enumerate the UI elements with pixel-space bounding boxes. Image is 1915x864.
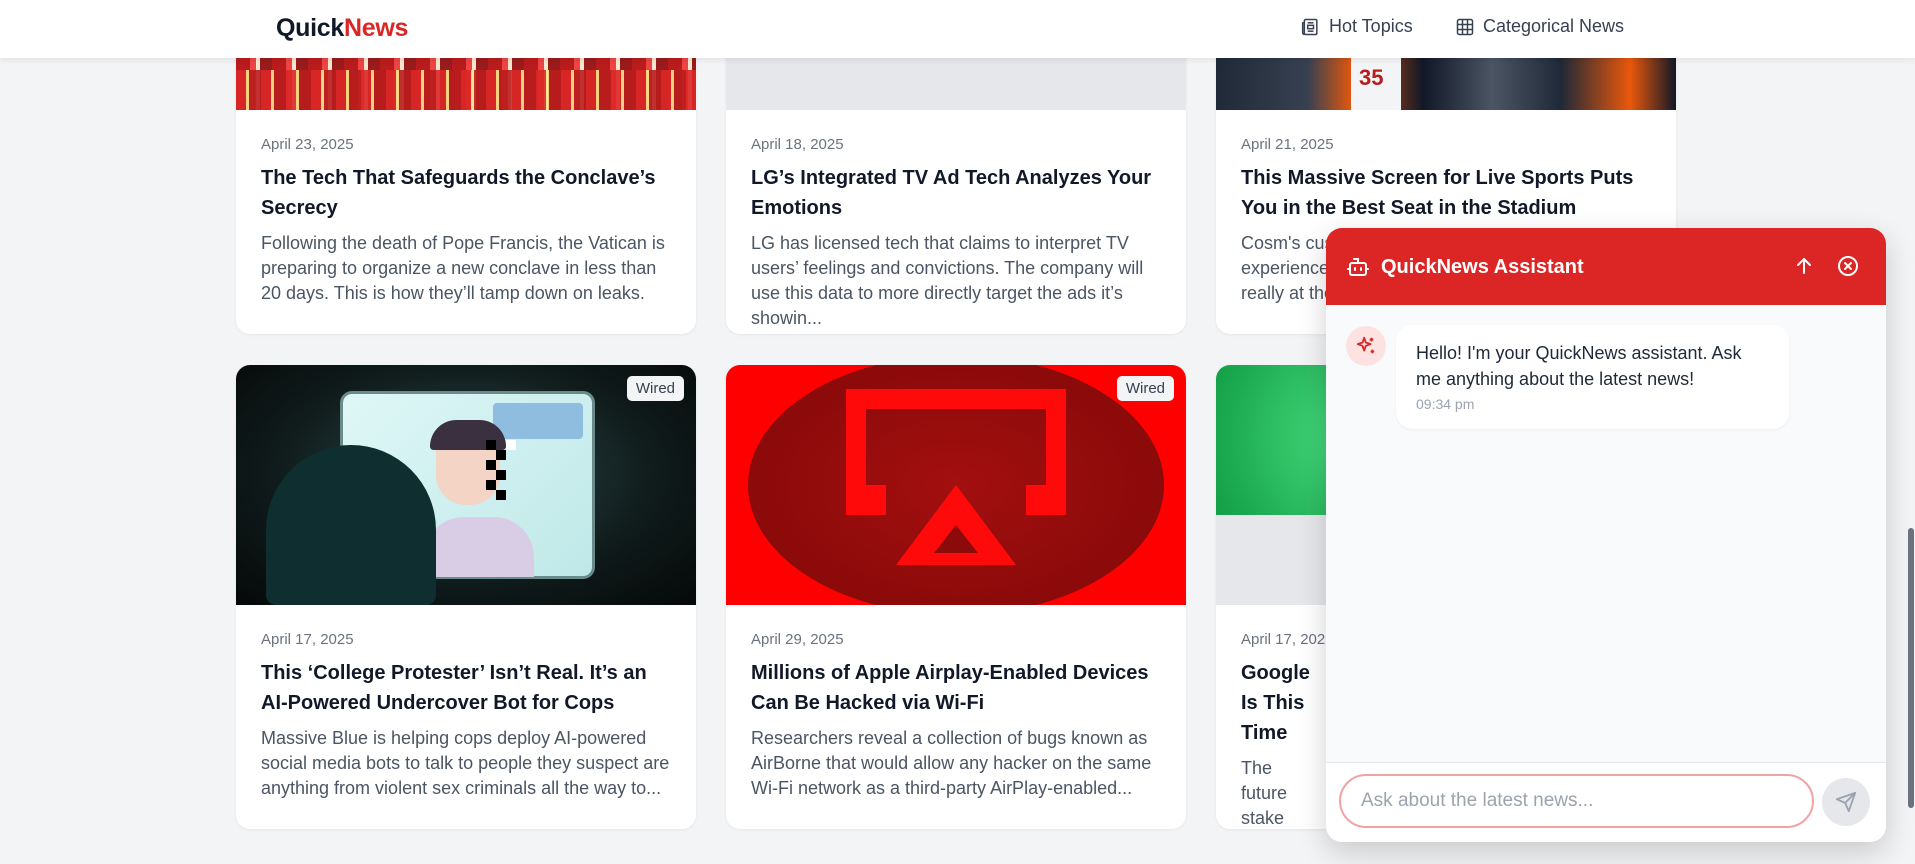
close-icon[interactable]: [1836, 254, 1860, 278]
nav-categorical-news[interactable]: Categorical News: [1455, 16, 1624, 37]
article-card-5[interactable]: Wired April 29, 2025 Millions of Apple A…: [726, 365, 1186, 829]
source-badge: Wired: [1116, 376, 1174, 401]
article-description: Massive Blue is helping cops deploy AI-p…: [261, 728, 670, 798]
chat-title: QuickNews Assistant: [1381, 256, 1584, 278]
send-icon: [1835, 791, 1857, 813]
chat-input-bar: [1326, 762, 1886, 842]
send-button[interactable]: [1822, 778, 1870, 826]
article-description: The future stake after illegally mo: [1241, 758, 1288, 828]
chat-assistant-panel: QuickNews Assistant Hello! I'm your Quic…: [1326, 228, 1886, 842]
article-title[interactable]: Millions of Apple Airplay-Enabled Device…: [751, 658, 1161, 718]
article-title[interactable]: This Massive Screen for Live Sports Puts…: [1241, 163, 1651, 223]
article-image-ai-bot: Wired: [236, 365, 696, 605]
article-date: April 23, 2025: [261, 136, 354, 153]
assistant-message: Hello! I'm your QuickNews assistant. Ask…: [1396, 325, 1789, 429]
article-description: LG has licensed tech that claims to inte…: [751, 233, 1144, 328]
assistant-avatar: [1346, 326, 1386, 366]
article-title[interactable]: Google Is This Time: [1241, 658, 1321, 748]
top-navbar: QuickNews Hot Topics Categorical News: [0, 0, 1915, 58]
site-logo[interactable]: QuickNews: [276, 14, 408, 43]
grid-icon: [1456, 18, 1474, 35]
page-scrollbar-thumb[interactable]: [1908, 528, 1914, 808]
sparkle-icon: [1356, 336, 1375, 354]
nav-hot-topics-label: Hot Topics: [1329, 16, 1413, 36]
message-timestamp: 09:34 pm: [1416, 396, 1475, 412]
article-date: April 21, 2025: [1241, 136, 1334, 153]
logo-text-quick: Quick: [276, 14, 344, 42]
newspaper-icon: [1301, 18, 1318, 35]
article-description: Following the death of Pope Francis, the…: [261, 233, 665, 303]
logo-text-news: News: [343, 14, 409, 42]
source-badge: Wired: [626, 376, 684, 401]
article-title[interactable]: The Tech That Safeguards the Conclave’s …: [261, 163, 671, 223]
article-card-1[interactable]: April 23, 2025 The Tech That Safeguards …: [236, 10, 696, 334]
nav-hot-topics[interactable]: Hot Topics: [1301, 16, 1413, 37]
article-card-4[interactable]: Wired April 17, 2025 This ‘College Prote…: [236, 365, 696, 829]
chat-header: QuickNews Assistant: [1326, 228, 1886, 305]
article-title[interactable]: LG’s Integrated TV Ad Tech Analyzes Your…: [751, 163, 1161, 223]
nav-categorical-news-label: Categorical News: [1483, 16, 1625, 36]
article-date: April 17, 2025: [261, 631, 354, 648]
article-image-airplay: Wired: [726, 365, 1186, 605]
arrow-up-icon[interactable]: [1792, 254, 1816, 278]
bot-icon: [1347, 258, 1369, 276]
article-description: Researchers reveal a collection of bugs …: [751, 728, 1152, 798]
article-date: April 18, 2025: [751, 136, 844, 153]
article-title[interactable]: This ‘College Protester’ Isn’t Real. It’…: [261, 658, 671, 718]
chat-message-input[interactable]: [1339, 774, 1814, 828]
assistant-message-text: Hello! I'm your QuickNews assistant. Ask…: [1416, 343, 1742, 389]
article-card-2[interactable]: April 18, 2025 LG’s Integrated TV Ad Tec…: [726, 10, 1186, 334]
article-date: April 29, 2025: [751, 631, 844, 648]
